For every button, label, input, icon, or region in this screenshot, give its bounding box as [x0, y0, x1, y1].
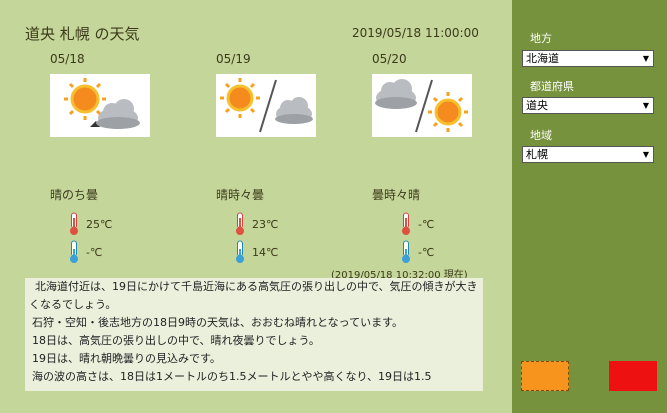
forecast-day-3: 05/20: [372, 52, 482, 68]
forecast-day-2: 05/19: [216, 52, 326, 68]
forecast-date: 05/18: [50, 52, 85, 66]
region-label: 地方: [530, 32, 552, 45]
thermometer-low-icon: [402, 240, 410, 263]
forecast-date: 05/19: [216, 52, 251, 66]
area-select[interactable]: 札幌 ▼: [522, 146, 654, 163]
thermometer-high-icon: [402, 212, 410, 235]
region-selected-value: 北海道: [526, 52, 559, 65]
sun-then-cloud-icon: [50, 74, 150, 137]
prefecture-selected-value: 道央: [526, 99, 548, 112]
news-line: 北海道付近は、19日にかけて千島近海にある高気圧の張り出しの中で、気圧の傾きが大…: [29, 280, 478, 311]
news-line: 19日は、晴れ朝晩曇りの見込みです。: [32, 352, 221, 365]
dropdown-arrow-icon: ▼: [642, 101, 649, 110]
low-temp: -℃: [418, 245, 435, 259]
high-temp: 23℃: [252, 217, 279, 231]
forecast-condition: 晴のち曇: [50, 188, 99, 202]
news-line: 石狩・空知・後志地方の18日9時の天気は、おおむね晴れとなっています。: [32, 316, 404, 329]
forecast-day-1: 05/18: [50, 52, 160, 68]
dropdown-arrow-icon: ▼: [642, 54, 649, 63]
high-temp: -℃: [418, 217, 435, 231]
region-select[interactable]: 北海道 ▼: [522, 50, 654, 67]
red-button[interactable]: [609, 361, 657, 391]
low-temp-row: -℃: [68, 239, 102, 265]
thermometer-high-icon: [236, 212, 244, 235]
area-label: 地域: [530, 129, 552, 142]
current-datetime: 2019/05/18 11:00:00: [352, 26, 479, 40]
dropdown-arrow-icon: ▼: [642, 150, 649, 159]
cloud-sometimes-sun-icon: [372, 74, 472, 137]
area-selected-value: 札幌: [526, 148, 548, 161]
high-temp: 25℃: [86, 217, 113, 231]
weather-news: 北海道付近は、19日にかけて千島近海にある高気圧の張り出しの中で、気圧の傾きが大…: [25, 278, 483, 391]
location-sidebar: 地方 北海道 ▼ 都道府県 道央 ▼ 地域 札幌 ▼: [512, 0, 667, 413]
low-temp: 14℃: [252, 245, 279, 259]
forecast-condition: 晴時々曇: [216, 188, 265, 202]
high-temp-row: 23℃: [234, 211, 278, 237]
page-title: 道央 札幌 の天気: [25, 25, 140, 43]
low-temp: -℃: [86, 245, 103, 259]
thermometer-high-icon: [70, 212, 78, 235]
high-temp-row: -℃: [400, 211, 434, 237]
forecast-date: 05/20: [372, 52, 407, 66]
low-temp-row: -℃: [400, 239, 434, 265]
forecast-condition: 曇時々晴: [372, 188, 421, 202]
prefecture-select[interactable]: 道央 ▼: [522, 97, 654, 114]
forecast-panel: 道央 札幌 の天気 2019/05/18 11:00:00 05/18 晴のち曇…: [0, 0, 512, 413]
sun-sometimes-cloud-icon: [216, 74, 316, 137]
prefecture-label: 都道府県: [530, 80, 574, 93]
thermometer-low-icon: [70, 240, 78, 263]
high-temp-row: 25℃: [68, 211, 112, 237]
low-temp-row: 14℃: [234, 239, 278, 265]
news-line: 海の波の高さは、18日は1メートルのち1.5メートルとやや高くなり、19日は1.…: [32, 370, 432, 383]
news-line: 18日は、高気圧の張り出しの中で、晴れ夜曇りでしょう。: [32, 334, 320, 347]
thermometer-low-icon: [236, 240, 244, 263]
orange-button[interactable]: [521, 361, 569, 391]
